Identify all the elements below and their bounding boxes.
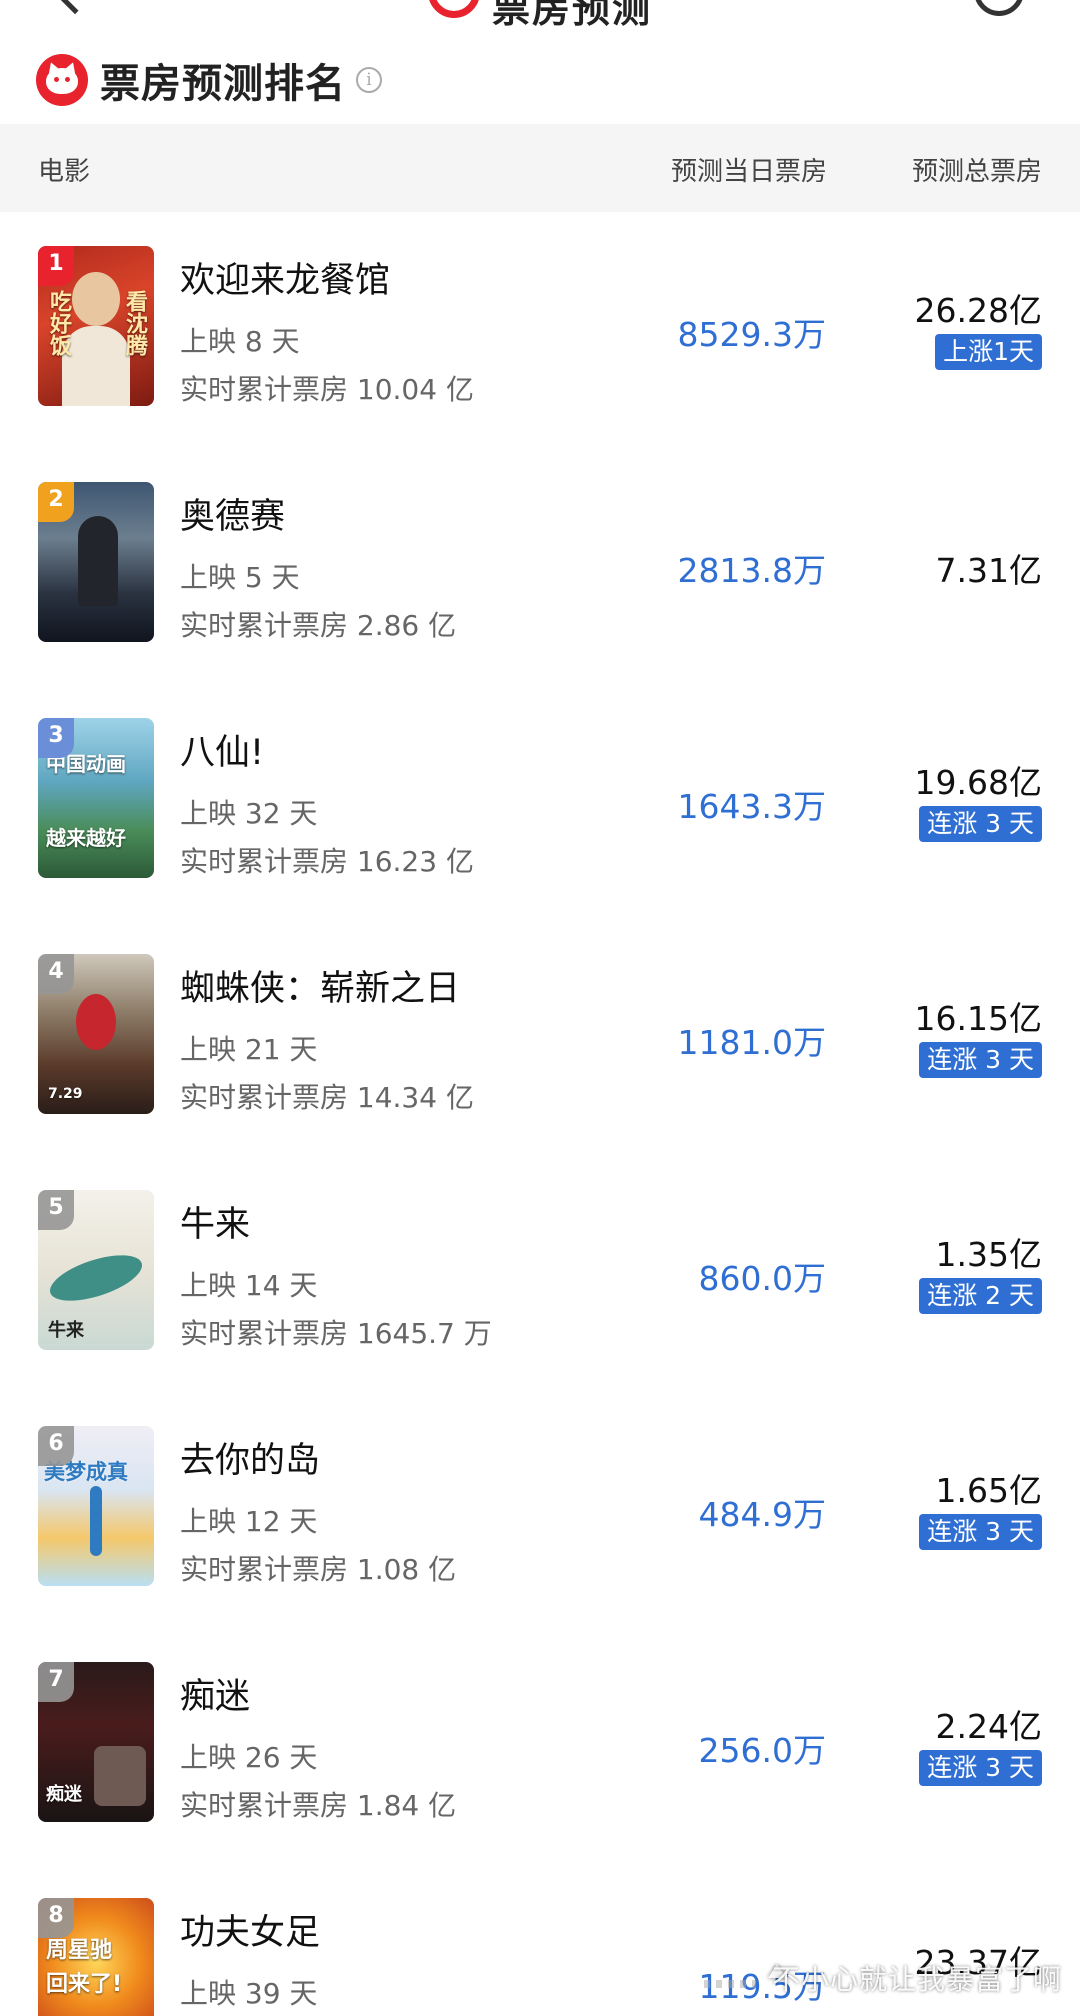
rank-badge: 7	[38, 1662, 74, 1702]
predicted-daily: 2813.8万	[677, 551, 826, 590]
poster-caption: 看沈腾	[122, 290, 147, 356]
predicted-daily: 256.0万	[698, 1731, 826, 1770]
movie-poster[interactable]: 美梦成真 6	[38, 1426, 154, 1586]
predicted-daily: 484.9万	[698, 1495, 826, 1534]
section-title: 票房预测排名	[100, 61, 346, 107]
days-showing: 上映 14 天	[180, 1269, 318, 1302]
movie-title: 奥德赛	[180, 497, 286, 537]
trend-badge: 连涨 3 天	[919, 1042, 1042, 1078]
more-icon[interactable]	[974, 0, 1024, 16]
movie-poster[interactable]: 2	[38, 482, 154, 642]
movie-poster[interactable]: 中国动画 越来越好 3	[38, 718, 154, 878]
table-header: 电影 预测当日票房 预测总票房	[0, 124, 1080, 212]
movie-title: 蜘蛛侠：崭新之日	[180, 969, 461, 1009]
trend-badge: 连涨 3 天	[919, 1750, 1042, 1786]
cumulative-box-office: 实时累计票房 1.08 亿	[180, 1553, 457, 1586]
movie-poster[interactable]: 牛来 5	[38, 1190, 154, 1350]
predicted-daily: 860.0万	[698, 1259, 826, 1298]
cumulative-box-office: 实时累计票房 14.34 亿	[180, 1081, 474, 1114]
top-nav-bar: 票房预测	[0, 0, 1080, 28]
movie-title: 功夫女足	[180, 1913, 321, 1953]
predicted-total: 26.28亿	[914, 291, 1042, 330]
days-showing: 上映 8 天	[180, 325, 300, 358]
days-showing: 上映 21 天	[180, 1033, 318, 1066]
days-showing: 上映 5 天	[180, 561, 300, 594]
section-header: 票房预测排名 i	[36, 52, 382, 108]
cumulative-box-office: 实时累计票房 10.04 亿	[180, 373, 474, 406]
rank-badge: 8	[38, 1898, 74, 1938]
poster-caption: 痴迷	[46, 1784, 82, 1805]
predicted-total: 19.68亿	[914, 763, 1042, 802]
poster-caption: 越来越好	[46, 826, 126, 850]
poster-caption: 牛来	[48, 1320, 84, 1341]
days-showing: 上映 32 天	[180, 797, 318, 830]
movie-row[interactable]: 吃好饭 看沈腾 1 欢迎来龙餐馆 上映 8 天 实时累计票房 10.04 亿 8…	[0, 212, 1080, 448]
poster-caption: 吃好饭	[46, 290, 71, 356]
trend-badge: 连涨 3 天	[919, 1514, 1042, 1550]
watermark-dots	[704, 1980, 756, 1988]
predicted-total: 2.24亿	[935, 1707, 1042, 1746]
movie-row[interactable]: 2 奥德赛 上映 5 天 实时累计票房 2.86 亿 2813.8万 7.31亿	[0, 448, 1080, 684]
predicted-daily: 1643.3万	[677, 787, 826, 826]
movie-title: 欢迎来龙餐馆	[180, 261, 391, 301]
predicted-total: 1.35亿	[935, 1235, 1042, 1274]
nav-title: 票房预测	[492, 0, 653, 28]
rank-badge: 5	[38, 1190, 74, 1230]
movie-title: 去你的岛	[180, 1441, 321, 1481]
movie-poster[interactable]: 7.29 4	[38, 954, 154, 1114]
trend-badge: 上涨1天	[935, 334, 1042, 370]
movie-poster[interactable]: 周星驰 回来了! 8	[38, 1898, 154, 2016]
poster-caption: 7.29	[48, 1086, 83, 1102]
predicted-total: 1.65亿	[935, 1471, 1042, 1510]
movie-row[interactable]: 牛来 5 牛来 上映 14 天 实时累计票房 1645.7 万 860.0万 1…	[0, 1156, 1080, 1392]
days-showing: 上映 26 天	[180, 1741, 318, 1774]
column-header-movie: 电影	[38, 157, 91, 187]
poster-caption: 回来了!	[46, 1972, 123, 1997]
cumulative-box-office: 实时累计票房 1645.7 万	[180, 1317, 492, 1350]
movie-row[interactable]: 7.29 4 蜘蛛侠：崭新之日 上映 21 天 实时累计票房 14.34 亿 1…	[0, 920, 1080, 1156]
column-header-daily[interactable]: 预测当日票房	[671, 151, 827, 188]
cumulative-box-office: 实时累计票房 2.86 亿	[180, 609, 457, 642]
movie-poster[interactable]: 痴迷 7	[38, 1662, 154, 1822]
maoyan-cat-icon	[36, 54, 88, 106]
movie-row[interactable]: 痴迷 7 痴迷 上映 26 天 实时累计票房 1.84 亿 256.0万 2.2…	[0, 1628, 1080, 1864]
column-header-total[interactable]: 预测总票房	[912, 151, 1042, 188]
rank-badge: 6	[38, 1426, 74, 1466]
rank-badge: 2	[38, 482, 74, 522]
cumulative-box-office: 实时累计票房 1.84 亿	[180, 1789, 457, 1822]
info-icon[interactable]: i	[356, 67, 382, 93]
rank-badge: 4	[38, 954, 74, 994]
movie-title: 牛来	[180, 1205, 251, 1245]
rank-badge: 3	[38, 718, 74, 758]
movie-poster[interactable]: 吃好饭 看沈腾 1	[38, 246, 154, 406]
back-arrow-icon[interactable]	[53, 0, 97, 15]
watermark-text: 不小心就让我暴富了啊	[771, 1963, 1062, 1996]
app-logo-icon	[428, 0, 480, 18]
predicted-total: 16.15亿	[914, 999, 1042, 1038]
predicted-daily: 8529.3万	[677, 315, 826, 354]
trend-badge: 连涨 3 天	[919, 806, 1042, 842]
days-showing: 上映 12 天	[180, 1505, 318, 1538]
movie-row[interactable]: 中国动画 越来越好 3 八仙! 上映 32 天 实时累计票房 16.23 亿 1…	[0, 684, 1080, 920]
movie-row[interactable]: 美梦成真 6 去你的岛 上映 12 天 实时累计票房 1.08 亿 484.9万…	[0, 1392, 1080, 1628]
cumulative-box-office: 实时累计票房 16.23 亿	[180, 845, 474, 878]
movie-title: 八仙!	[180, 733, 265, 773]
rank-badge: 1	[38, 246, 74, 286]
days-showing: 上映 39 天	[180, 1977, 318, 2010]
trend-badge: 连涨 2 天	[919, 1278, 1042, 1314]
movie-title: 痴迷	[180, 1677, 251, 1717]
predicted-daily: 1181.0万	[677, 1023, 826, 1062]
predicted-total: 7.31亿	[935, 551, 1042, 590]
